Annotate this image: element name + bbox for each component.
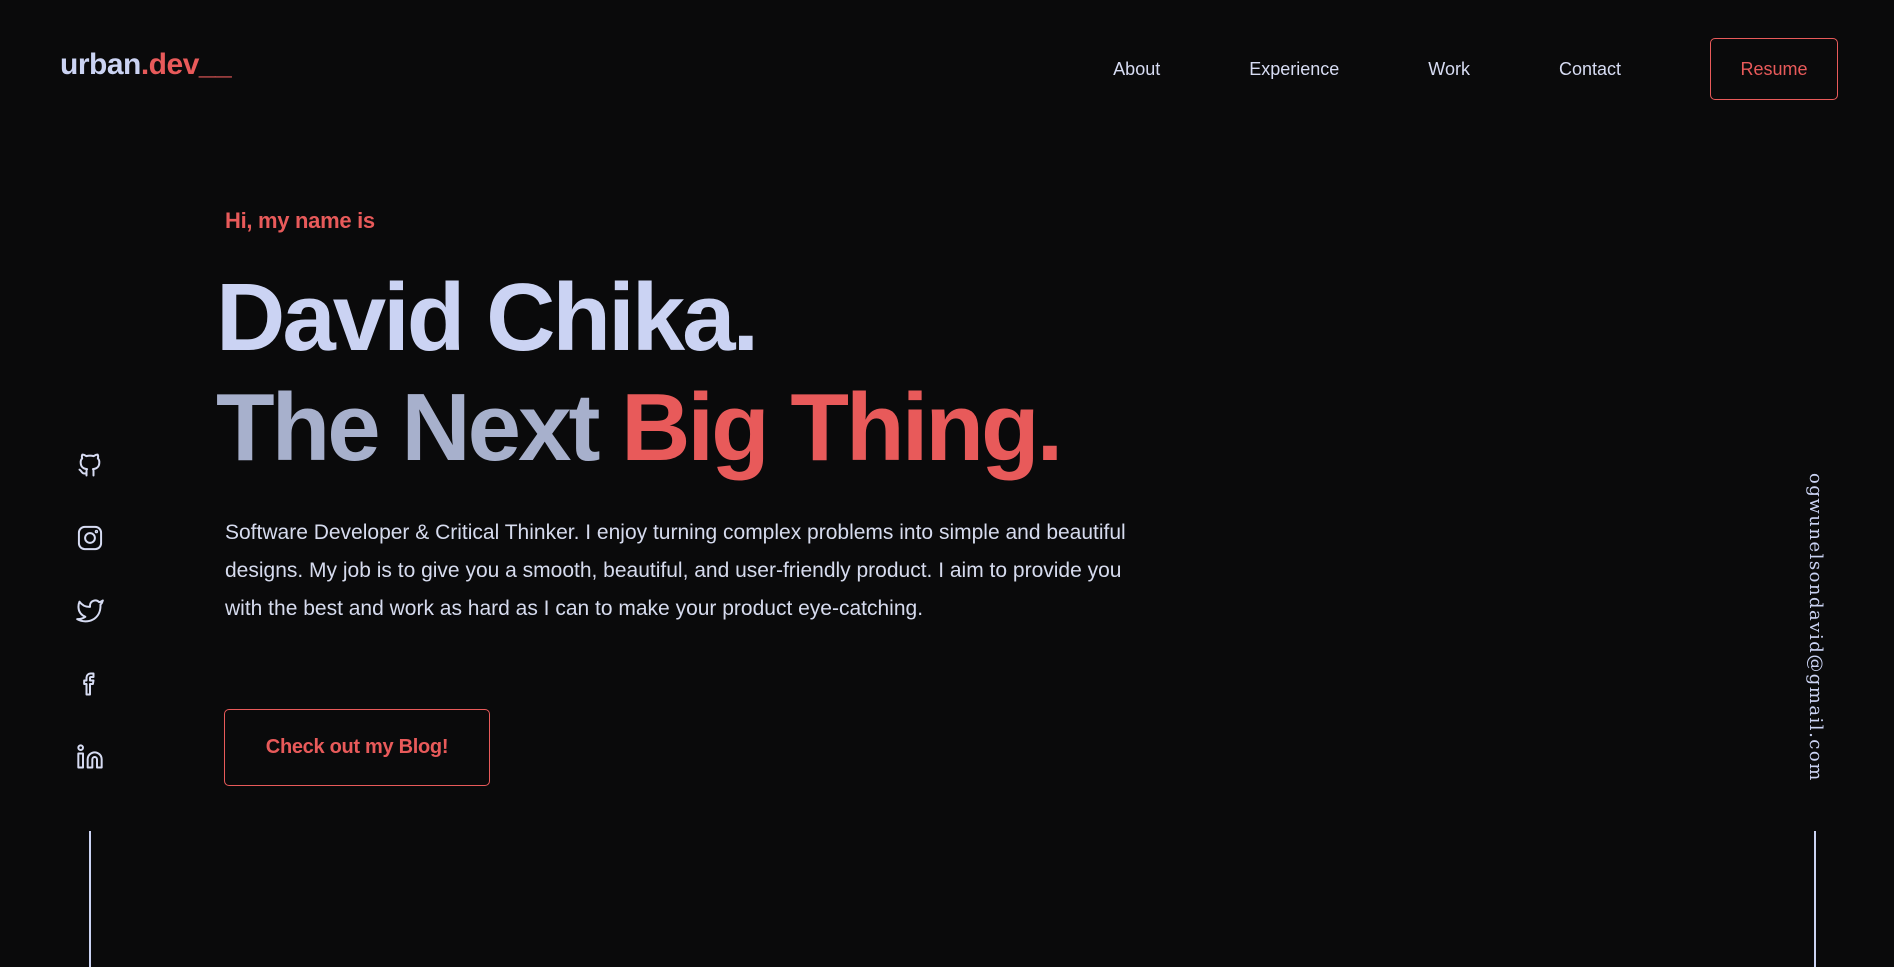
instagram-link[interactable] xyxy=(72,522,108,558)
facebook-link[interactable] xyxy=(72,668,108,704)
resume-button[interactable]: Resume xyxy=(1710,38,1838,100)
email-link[interactable]: ogwunelsondavid@gmail.com xyxy=(1805,473,1826,782)
facebook-icon xyxy=(76,670,104,703)
twitter-icon xyxy=(76,597,104,630)
github-icon xyxy=(76,451,104,484)
nav-work-link[interactable]: Work xyxy=(1428,38,1470,100)
hero-bio: Software Developer & Critical Thinker. I… xyxy=(225,521,1126,620)
logo-main-text: urban xyxy=(60,48,141,81)
left-rail-line xyxy=(89,831,91,967)
hero-greeting: Hi, my name is xyxy=(225,208,375,233)
page: urban.dev__ About Experience Work Contac… xyxy=(0,0,1894,967)
blog-button[interactable]: Check out my Blog! xyxy=(224,709,490,786)
nav-contact-link[interactable]: Contact xyxy=(1559,38,1621,100)
main-nav: About Experience Work Contact Resume xyxy=(1113,38,1838,100)
nav-experience-link[interactable]: Experience xyxy=(1249,38,1339,100)
site-logo[interactable]: urban.dev__ xyxy=(60,48,232,81)
github-link[interactable] xyxy=(72,449,108,485)
hero-name: David Chika. xyxy=(216,264,759,371)
hero-tagline: The Next Big Thing. xyxy=(216,380,1063,476)
instagram-icon xyxy=(76,524,104,557)
linkedin-link[interactable] xyxy=(72,741,108,777)
hero-tagline-text: The Next xyxy=(216,374,622,481)
twitter-link[interactable] xyxy=(72,595,108,631)
nav-about-link[interactable]: About xyxy=(1113,38,1160,100)
logo-accent-text: .dev__ xyxy=(140,48,232,81)
linkedin-icon xyxy=(76,743,104,776)
hero-tagline-accent: Big Thing. xyxy=(621,374,1063,481)
right-rail-line xyxy=(1814,831,1816,967)
